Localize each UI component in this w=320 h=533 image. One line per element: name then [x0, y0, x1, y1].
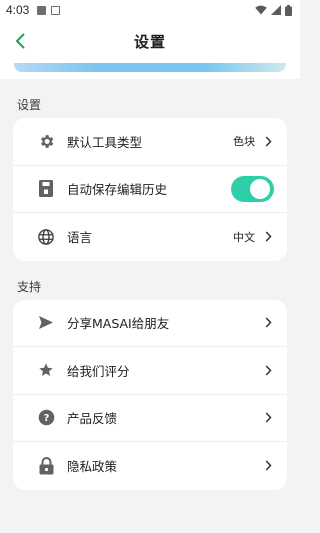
feedback-row[interactable]: ? 产品反馈 — [13, 395, 287, 442]
language-value: 中文 — [233, 230, 255, 244]
language-row[interactable]: 语言 中文 — [13, 213, 287, 261]
save-icon — [37, 180, 55, 198]
auto-save-history-row: 自动保存编辑历史 — [13, 166, 287, 213]
gear-icon — [37, 132, 55, 150]
feedback-label: 产品反馈 — [67, 411, 118, 427]
rate-us-row[interactable]: 给我们评分 — [13, 347, 287, 395]
wifi-icon — [255, 5, 267, 15]
chevron-right-icon — [265, 364, 273, 376]
chevron-right-icon — [265, 135, 273, 147]
app-bar: 设置 — [0, 20, 300, 63]
default-tool-type-value: 色块 — [233, 135, 255, 149]
default-tool-type-row[interactable]: 默认工具类型 色块 — [13, 118, 287, 166]
rate-us-label: 给我们评分 — [67, 363, 130, 379]
back-arrow-icon — [16, 33, 25, 49]
default-tool-type-label: 默认工具类型 — [67, 134, 143, 150]
send-icon — [37, 314, 55, 332]
back-button[interactable] — [10, 31, 30, 51]
page-title: 设置 — [133, 33, 166, 51]
star-icon — [37, 361, 55, 379]
language-label: 语言 — [67, 230, 93, 246]
globe-icon — [37, 228, 55, 246]
support-card: 分享MASAI给朋友 给我们评分 ? 产品反馈 隐私政策 — [13, 299, 287, 490]
share-app-label: 分享MASAI给朋友 — [67, 316, 170, 332]
status-bar: 4:03 — [0, 0, 300, 20]
lock-icon — [37, 456, 55, 475]
status-time: 4:03 — [6, 3, 30, 17]
battery-icon — [285, 4, 292, 16]
auto-save-toggle[interactable] — [231, 175, 274, 202]
section-label-settings: 设置 — [17, 98, 42, 112]
chevron-right-icon — [265, 231, 273, 243]
auto-save-history-label: 自动保存编辑历史 — [67, 182, 168, 198]
section-label-support: 支持 — [17, 279, 42, 294]
chevron-right-icon — [265, 317, 273, 329]
image-notification-icon — [37, 5, 47, 15]
share-app-row[interactable]: 分享MASAI给朋友 — [13, 300, 287, 347]
text-notification-icon — [51, 5, 61, 15]
settings-card: 默认工具类型 色块 自动保存编辑历史 语言 中文 — [13, 118, 287, 261]
banner-area — [0, 63, 300, 79]
chevron-right-icon — [265, 460, 273, 472]
question-icon: ? — [37, 409, 55, 427]
toggle-knob — [250, 178, 270, 199]
privacy-policy-row[interactable]: 隐私政策 — [13, 442, 287, 490]
banner[interactable] — [14, 63, 286, 72]
svg-text:?: ? — [43, 413, 49, 424]
signal-icon — [271, 5, 281, 15]
privacy-policy-label: 隐私政策 — [67, 459, 118, 475]
chevron-right-icon — [265, 412, 273, 424]
